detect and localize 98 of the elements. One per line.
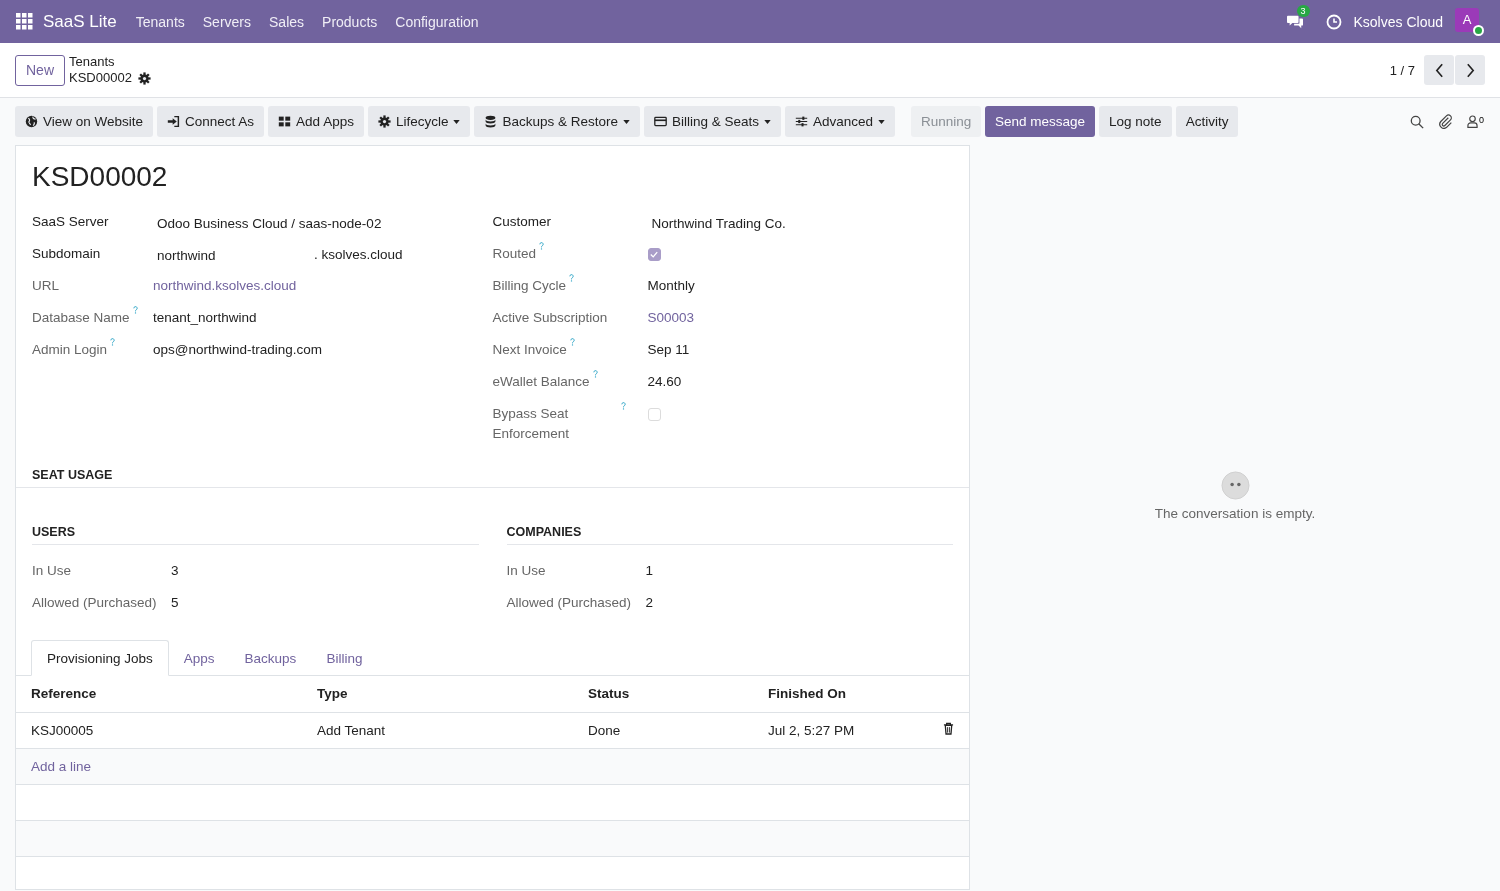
sign-in-icon	[167, 115, 181, 128]
field-label: Routed	[492, 245, 537, 263]
dropdown-button[interactable]: Lifecycle	[367, 106, 471, 137]
field-value: Sep 11	[647, 341, 690, 359]
field-value: northwind	[157, 247, 217, 265]
action-button[interactable]: Add Apps	[268, 106, 364, 137]
menu-item[interactable]: Configuration	[395, 13, 479, 30]
field-label: Next Invoice	[492, 341, 567, 359]
gear-icon[interactable]	[137, 71, 151, 85]
field-label: Admin Login	[32, 341, 108, 359]
field-value: Odoo Business Cloud / saas-node-02	[157, 215, 382, 233]
group-heading: USERS	[32, 525, 479, 545]
table-cell: Jul 2, 5:27 PM	[753, 712, 928, 748]
field-label: Bypass Seat Enforcement	[492, 405, 571, 443]
person-icon	[1467, 115, 1478, 128]
previous-button[interactable]	[1424, 55, 1454, 85]
field-value: 1	[645, 563, 653, 578]
field-label: eWallet Balance	[492, 373, 590, 391]
field-value: ops@northwind-trading.com	[153, 341, 323, 359]
field-label: Billing Cycle	[492, 277, 567, 295]
tab[interactable]: Billing	[311, 640, 378, 676]
field-label: Database Name	[32, 309, 130, 327]
action-button[interactable]: View on Website	[15, 106, 154, 137]
add-line-link[interactable]: Add a line	[31, 758, 92, 774]
field-label: In Use	[32, 563, 73, 578]
chevron-right-icon	[1465, 62, 1475, 78]
section-heading: SEAT USAGE	[16, 468, 969, 488]
table-cell: Done	[573, 712, 753, 748]
user-avatar[interactable]: A	[1455, 7, 1479, 32]
caret-icon	[453, 119, 461, 124]
clock-icon[interactable]	[1325, 13, 1342, 30]
chatter-button[interactable]: Activity	[1175, 106, 1239, 137]
record-name: KSD00002	[69, 70, 132, 86]
field-value: 5	[171, 595, 179, 610]
message-count-badge: 3	[1296, 4, 1310, 17]
field-label: Active Subscription	[492, 309, 608, 327]
menu-item[interactable]: Products	[322, 13, 378, 30]
tab[interactable]: Provisioning Jobs	[31, 640, 169, 676]
paperclip-icon[interactable]	[1438, 114, 1453, 129]
field-value: Northwind Trading Co.	[651, 215, 786, 233]
pager-value: 1 / 7	[1389, 62, 1415, 78]
company-name[interactable]: Ksolves Cloud	[1353, 13, 1443, 30]
trash-icon[interactable]	[943, 722, 954, 735]
record-link[interactable]: northwind.ksolves.cloud	[153, 276, 297, 296]
dropdown-button[interactable]: Billing & Seats	[644, 106, 782, 137]
field-label: SaaS Server	[32, 213, 109, 231]
group-heading: COMPANIES	[506, 525, 953, 545]
field-label: Allowed (Purchased)	[32, 595, 158, 610]
chevron-left-icon	[1434, 62, 1444, 78]
caret-icon	[878, 119, 886, 124]
column-header[interactable]: Finished On	[753, 676, 928, 712]
field-value: Monthly	[647, 277, 695, 295]
menu-item[interactable]: Tenants	[135, 13, 185, 30]
caret-icon	[623, 119, 630, 124]
column-header[interactable]: Reference	[16, 676, 302, 712]
followers-button[interactable]: 0	[1467, 115, 1484, 128]
action-button[interactable]: Connect As	[157, 106, 265, 137]
field-label: Subdomain	[32, 245, 101, 263]
app-name[interactable]: SaaS Lite	[43, 11, 117, 32]
table-cell: KSJ00005	[16, 712, 302, 748]
dropdown-button[interactable]: Backups & Restore	[474, 106, 640, 137]
database-icon	[484, 115, 498, 128]
field-label: Customer	[492, 213, 551, 231]
tab[interactable]: Backups	[229, 640, 312, 676]
column-header[interactable]: Status	[573, 676, 753, 712]
table-cell: Add Tenant	[302, 712, 573, 748]
grid-icon	[278, 115, 292, 128]
column-header[interactable]: Type	[302, 676, 573, 712]
gear-icon	[377, 115, 391, 128]
apps-menu-icon[interactable]	[16, 13, 33, 30]
breadcrumb-link[interactable]: Tenants	[69, 54, 151, 70]
dropdown-button[interactable]: Advanced	[785, 106, 896, 137]
tab[interactable]: Apps	[168, 640, 230, 676]
sliders-icon	[795, 115, 809, 128]
field-label: URL	[32, 277, 59, 295]
record-link[interactable]: S00003	[647, 308, 695, 328]
empty-message: The conversation is empty.	[1154, 506, 1316, 521]
domain-suffix: . ksolves.cloud	[314, 246, 403, 264]
caret-icon	[764, 119, 772, 124]
search-icon[interactable]	[1410, 114, 1424, 129]
field-label: Allowed (Purchased)	[506, 595, 633, 610]
menu-item[interactable]: Sales	[269, 13, 305, 30]
credit-card-icon	[654, 115, 667, 128]
chat-icon[interactable]	[1285, 13, 1304, 30]
next-button[interactable]	[1455, 55, 1485, 85]
chatter-button[interactable]: Log note	[1099, 106, 1172, 137]
record-title: KSD00002	[32, 160, 169, 194]
field-value: 3	[171, 563, 179, 578]
new-button[interactable]: New	[15, 54, 65, 86]
globe-icon	[25, 115, 38, 128]
field-value: 24.60	[647, 373, 682, 391]
menu-item[interactable]: Servers	[202, 13, 251, 30]
empty-face-icon	[1220, 471, 1250, 500]
field-value: tenant_northwind	[153, 309, 257, 327]
field-value: 2	[645, 595, 653, 610]
status-label: Running	[911, 106, 982, 137]
chatter-button[interactable]: Send message	[985, 106, 1096, 137]
field-label: In Use	[506, 563, 547, 578]
